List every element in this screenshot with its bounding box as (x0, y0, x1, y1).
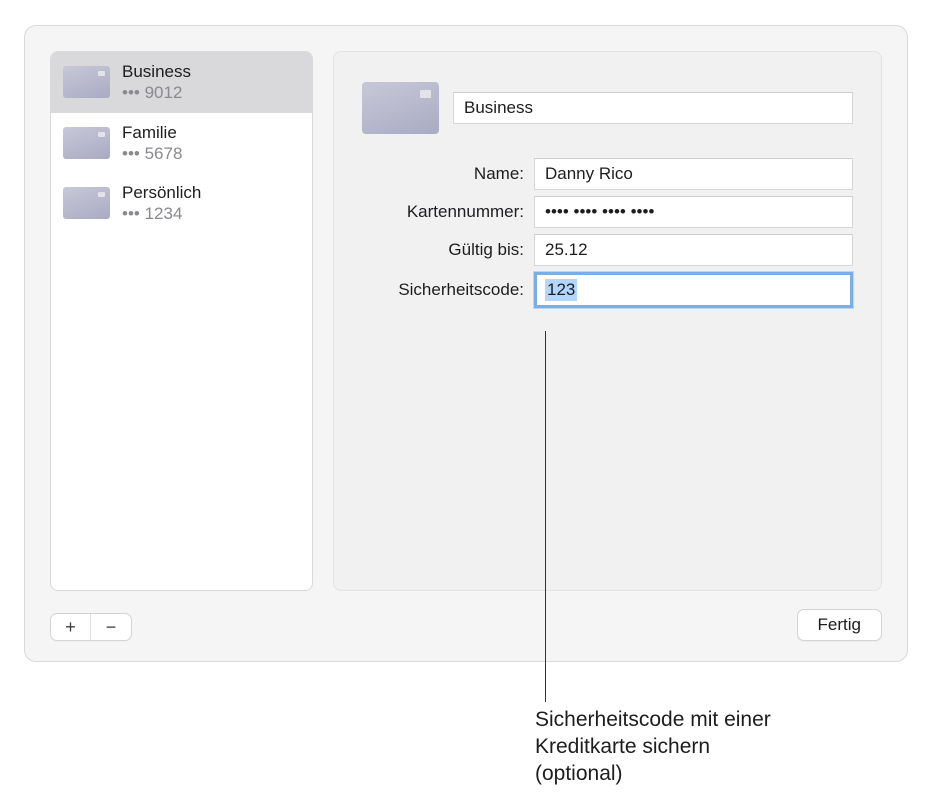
cvv-label: Sicherheitscode: (362, 280, 524, 300)
main-area: Business ••• 9012 Familie ••• 5678 Persö… (50, 51, 882, 591)
form-row-cvv: Sicherheitscode: 123 (362, 272, 853, 308)
minus-icon: − (106, 617, 117, 638)
card-title: Persönlich (122, 182, 201, 203)
form-row-name: Name: (362, 158, 853, 190)
card-detail-pane: Name: Kartennummer: Gültig bis: Sicherhe… (333, 51, 882, 591)
remove-button[interactable]: − (91, 614, 131, 640)
plus-icon: + (65, 617, 76, 638)
name-label: Name: (362, 164, 524, 184)
card-number-input[interactable] (534, 196, 853, 228)
form-row-expiry: Gültig bis: (362, 234, 853, 266)
credit-card-icon (63, 187, 110, 219)
callout-text: Sicherheitscode mit einer Kreditkarte si… (535, 707, 795, 788)
add-remove-buttons: + − (50, 613, 132, 641)
card-list-sidebar: Business ••• 9012 Familie ••• 5678 Persö… (50, 51, 313, 591)
cvv-value: 123 (545, 279, 577, 301)
add-button[interactable]: + (51, 614, 91, 640)
cvv-input-wrap: 123 (534, 272, 853, 308)
callout-leader-line (545, 331, 546, 702)
expiry-label: Gültig bis: (362, 240, 524, 260)
credit-card-settings-window: Business ••• 9012 Familie ••• 5678 Persö… (24, 25, 908, 662)
card-list-item-text: Business ••• 9012 (122, 61, 191, 104)
card-title: Business (122, 61, 191, 82)
cvv-input[interactable]: 123 (534, 272, 853, 308)
number-label: Kartennummer: (362, 202, 524, 222)
expiry-input[interactable] (534, 234, 853, 266)
form-row-number: Kartennummer: (362, 196, 853, 228)
card-masked-number: ••• 9012 (122, 82, 191, 103)
credit-card-icon (63, 127, 110, 159)
credit-card-icon (63, 66, 110, 98)
card-list-item-business[interactable]: Business ••• 9012 (51, 52, 312, 113)
card-list-item-persoenlich[interactable]: Persönlich ••• 1234 (51, 173, 312, 234)
footer: + − Fertig (50, 609, 882, 641)
card-list-item-text: Familie ••• 5678 (122, 122, 182, 165)
card-title: Familie (122, 122, 182, 143)
card-list-item-familie[interactable]: Familie ••• 5678 (51, 113, 312, 174)
card-masked-number: ••• 1234 (122, 203, 201, 224)
card-label-input[interactable] (453, 92, 853, 124)
card-list-item-text: Persönlich ••• 1234 (122, 182, 201, 225)
name-input[interactable] (534, 158, 853, 190)
card-masked-number: ••• 5678 (122, 143, 182, 164)
credit-card-icon (362, 82, 439, 134)
done-button[interactable]: Fertig (797, 609, 882, 641)
detail-header (362, 82, 853, 134)
